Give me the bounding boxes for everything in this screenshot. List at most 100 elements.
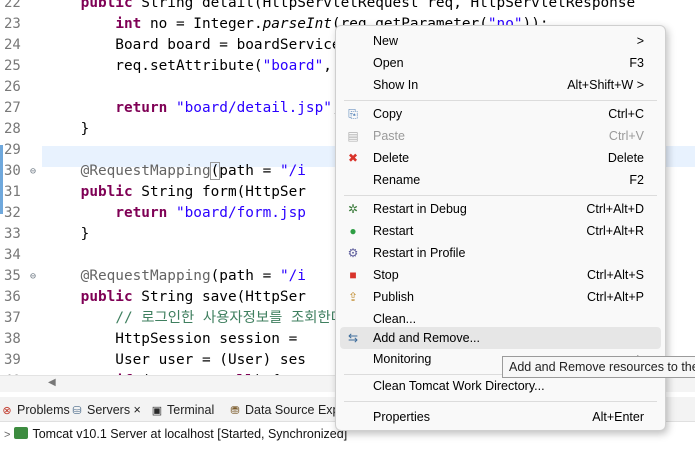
code-token: (path = (210, 268, 280, 284)
code-token: "board" (262, 58, 324, 74)
line-number-gutter: 31 (0, 182, 42, 203)
code-token: } (46, 226, 90, 242)
code-token: @RequestMapping (80, 163, 211, 179)
line-number-gutter: 30 ⊖ (0, 161, 42, 182)
menu-item-shortcut: F3 (629, 56, 644, 70)
line-number-gutter: 22 (0, 0, 42, 14)
menu-item-label: Show In (373, 78, 419, 92)
menu-item-shortcut: > (636, 34, 644, 48)
menu-item-label: New (373, 34, 399, 48)
code-token: parseInt (262, 16, 332, 32)
code-line[interactable]: 22 public String detail(HttpServletReque… (0, 0, 695, 14)
menu-separator (344, 401, 657, 402)
menu-item-paste[interactable]: ▤ Paste Ctrl+V (340, 125, 661, 147)
line-number-gutter: 27 (0, 98, 42, 119)
code-text: HttpSession session = (46, 329, 297, 350)
code-token: return (115, 100, 168, 116)
code-text: } (46, 119, 90, 140)
code-token: ( (209, 162, 221, 180)
line-number: 32 (4, 205, 21, 221)
line-number-gutter: 32 (0, 203, 42, 224)
menu-separator (344, 100, 657, 101)
copy-icon: ⎘ (348, 107, 358, 121)
menu-item-show-in[interactable]: Show In Alt+Shift+W > (340, 74, 661, 96)
paste-icon: ▤ (347, 129, 359, 143)
tab-data[interactable]: ⛃ Data Source Exp (228, 401, 340, 419)
line-number: 36 (4, 289, 21, 305)
code-text: return "board/detail.jsp"; (46, 98, 340, 119)
chevron-right-icon[interactable]: > (4, 429, 10, 441)
menu-item-clean-work-dir[interactable]: Clean Tomcat Work Directory... (340, 375, 661, 397)
menu-item-shortcut: Ctrl+C (608, 107, 644, 121)
menu-item-restart[interactable]: ● Restart Ctrl+Alt+R (340, 220, 661, 242)
line-number-gutter: 38 (0, 329, 42, 350)
menu-item-new[interactable]: New > (340, 30, 661, 52)
menu-item-shortcut: Alt+Shift+W > (567, 78, 644, 92)
menu-item-shortcut: Ctrl+Alt+D (586, 202, 644, 216)
publish-icon: ⇪ (347, 290, 359, 304)
menu-item-shortcut: F2 (629, 173, 644, 187)
menu-item-copy[interactable]: ⎘ Copy Ctrl+C (340, 103, 661, 125)
line-number-gutter: 24 (0, 35, 42, 56)
server-icon (14, 427, 29, 439)
menu-separator (344, 195, 657, 196)
line-number: 34 (4, 247, 21, 263)
add-remove-icon: ⇆ (347, 331, 359, 345)
menu-item-label: Rename (373, 173, 421, 187)
menu-item-rename[interactable]: Rename F2 (340, 169, 661, 191)
line-number: 37 (4, 310, 21, 326)
line-number: 26 (4, 79, 21, 95)
menu-item-shortcut: Ctrl+Alt+P (587, 290, 644, 304)
servers-icon: ⛁ (72, 405, 82, 417)
scroll-left-icon[interactable]: ◀ (48, 377, 56, 388)
menu-item-delete[interactable]: ✖ Delete Delete (340, 147, 661, 169)
fold-toggle-icon[interactable]: ⊖ (30, 161, 36, 182)
code-text: public String detail(HttpServletRequest … (46, 0, 636, 14)
menu-item-publish[interactable]: ⇪ Publish Ctrl+Alt+P (340, 286, 661, 308)
menu-item-open[interactable]: Open F3 (340, 52, 661, 74)
menu-item-label: Restart in Profile (373, 246, 466, 260)
terminal-icon: ▣ (151, 405, 163, 417)
tab-terminal[interactable]: ▣ Terminal (150, 401, 214, 419)
code-token: User user = (User) ses (46, 352, 306, 368)
line-number: 22 (4, 0, 21, 11)
code-text: return "board/form.jsp (46, 203, 306, 224)
code-token: no = Integer. (141, 16, 263, 32)
line-number: 30 (4, 163, 21, 179)
menu-item-shortcut: Alt+Enter (592, 410, 644, 424)
tab-label: Servers × (87, 403, 141, 417)
line-number: 27 (4, 100, 21, 116)
menu-item-add-remove[interactable]: ⇆ Add and Remove... (340, 327, 661, 349)
menu-item-properties[interactable]: Properties Alt+Enter (340, 406, 661, 428)
tooltip: Add and Remove resources to the server (502, 356, 695, 378)
server-label: Tomcat v10.1 Server at localhost [Starte… (32, 427, 348, 441)
menu-item-label: Copy (373, 107, 403, 121)
line-number-gutter: 35 ⊖ (0, 266, 42, 287)
line-number-gutter: 26 (0, 77, 42, 98)
delete-icon: ✖ (347, 151, 359, 165)
stop-icon: ■ (349, 268, 357, 282)
menu-item-restart-profile[interactable]: ⚙ Restart in Profile (340, 242, 661, 264)
menu-item-restart-debug[interactable]: ✲ Restart in Debug Ctrl+Alt+D (340, 198, 661, 220)
menu-item-label: Clean Tomcat Work Directory... (373, 379, 545, 393)
line-number-gutter: 37 (0, 308, 42, 329)
tab-servers[interactable]: ⛁ Servers × (70, 401, 141, 419)
code-token: String form(HttpSer (132, 184, 306, 200)
tab-label: Data Source Exp (245, 403, 340, 417)
code-text: @RequestMapping(path = "/i (46, 161, 306, 182)
server-tree-item[interactable]: > Tomcat v10.1 Server at localhost [Start… (4, 424, 347, 444)
menu-item-label: Open (373, 56, 404, 70)
menu-item-label: Monitoring (373, 352, 432, 366)
code-token: HttpSession session = (46, 331, 298, 347)
tab-label: Terminal (167, 403, 215, 417)
tab-problems[interactable]: ⊗ Problems (0, 401, 69, 419)
line-number-gutter: 25 (0, 56, 42, 77)
code-token: public (80, 289, 133, 305)
menu-item-stop[interactable]: ■ Stop Ctrl+Alt+S (340, 264, 661, 286)
fold-toggle-icon[interactable]: ⊖ (30, 266, 36, 287)
